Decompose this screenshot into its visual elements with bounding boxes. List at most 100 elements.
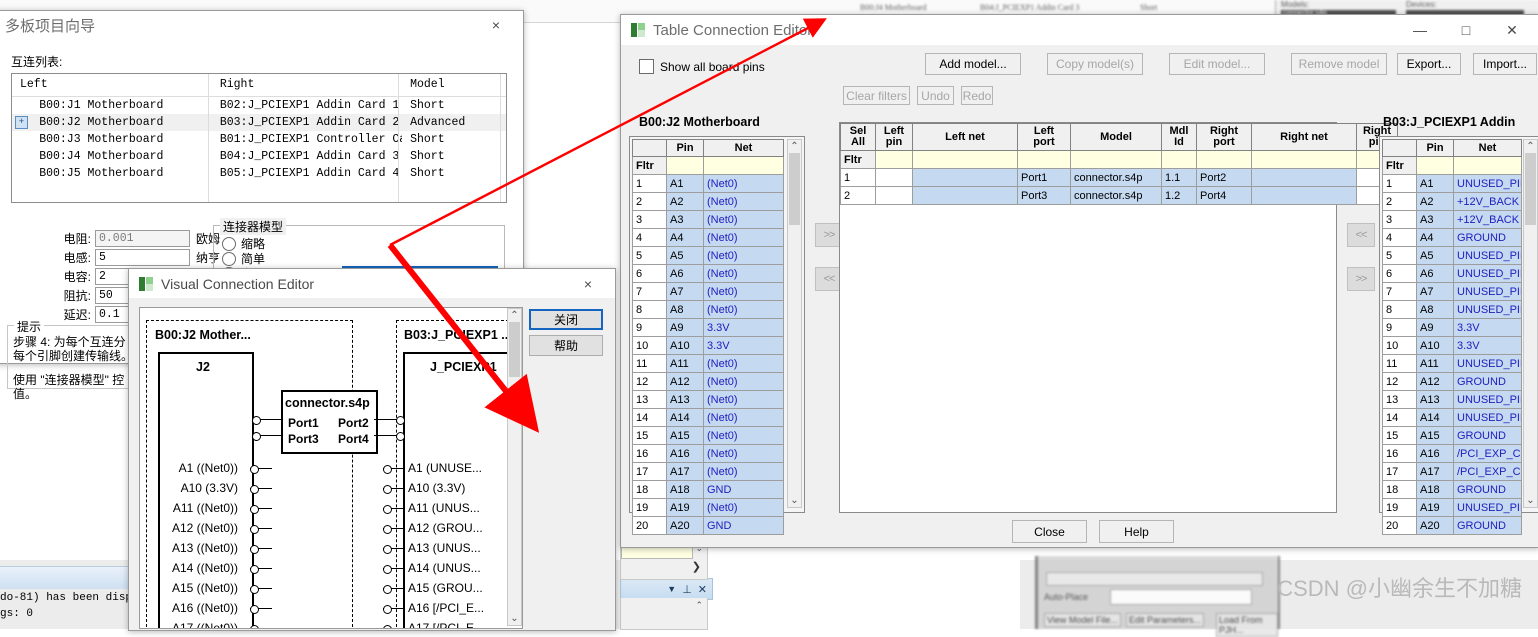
import-button[interactable]: Import... — [1473, 53, 1537, 75]
scroll-down-icon[interactable]: ⌄ — [790, 494, 798, 507]
interconnect-list[interactable]: Left Right Model B00:J1 Motherboard B02:… — [11, 73, 507, 203]
table-row[interactable]: 13A13UNUSED_PINS_ — [1382, 390, 1522, 409]
table-row[interactable]: 6A6UNUSED_PINS_ — [1382, 264, 1522, 283]
filter-cell[interactable] — [912, 150, 1018, 169]
table-row[interactable]: B00:J4 Motherboard B04:J_PCIEXP1 Addin C… — [12, 148, 506, 165]
table-row[interactable]: 20 A20 GND — [632, 516, 784, 535]
table-row[interactable]: 1 A1 (Net0) — [632, 174, 784, 193]
table-row[interactable]: 17 A17 (Net0) — [632, 462, 784, 481]
left-port-cell[interactable]: Port1 — [1017, 168, 1071, 187]
show-all-board-pins-row[interactable]: Show all board pins — [639, 59, 765, 74]
left-pin-scrollbar[interactable]: ⌃ ⌄ — [787, 139, 802, 508]
model-cell[interactable]: connector.s4p — [1070, 168, 1162, 187]
dock-pin-icon[interactable]: ⊥ — [682, 583, 692, 596]
table-row[interactable]: 6 A6 (Net0) — [632, 264, 784, 283]
dock-close-icon[interactable]: ✕ — [698, 583, 707, 596]
table-row[interactable]: 11 A11 (Net0) — [632, 354, 784, 373]
table-row[interactable]: 14 A14 (Net0) — [632, 408, 784, 427]
mdl-id-cell[interactable]: 1.2 — [1161, 186, 1197, 205]
filter-cell[interactable] — [1161, 150, 1197, 169]
export-button[interactable]: Export... — [1397, 53, 1461, 75]
copy-models-button[interactable]: Copy model(s) — [1047, 53, 1143, 75]
left-pin-table[interactable]: Pin Net Fltr 1 A1 (Net0) 2 A2 (Net0) 3 A3 (Net0) 4… — [632, 139, 784, 535]
table-row[interactable]: 15 A15 (Net0) — [632, 426, 784, 445]
vce-close-icon[interactable]: × — [565, 269, 611, 298]
undo-button[interactable]: Undo — [917, 86, 954, 105]
help-button[interactable]: Help — [1099, 520, 1174, 543]
table-row[interactable]: 9 A9 3.3V — [1382, 318, 1522, 337]
table-row[interactable]: B00:J5 Motherboard B05:J_PCIEXP1 Addin C… — [12, 165, 506, 182]
clear-filters-button[interactable]: Clear filters — [843, 86, 910, 105]
table-row[interactable]: 4 A4 GROUND — [1382, 228, 1522, 247]
table-row[interactable]: 16A16/PCI_EXP_CH1_I — [1382, 444, 1522, 463]
scroll-down-icon[interactable]: ⌄ — [1526, 494, 1534, 507]
table-row[interactable]: 12 A12 (Net0) — [632, 372, 784, 391]
table-row[interactable]: 19A19UNUSED_PINS_ — [1382, 498, 1522, 517]
table-row[interactable]: 7A7UNUSED_PINS_ — [1382, 282, 1522, 301]
scroll-up-icon[interactable]: ⌃ — [510, 309, 518, 322]
far-left-button[interactable]: << — [1347, 223, 1375, 247]
table-row[interactable]: 3 A3 +12V_BACK — [1382, 210, 1522, 229]
scroll-up-icon[interactable]: ⌃ — [790, 140, 798, 153]
radio-icon[interactable] — [222, 236, 236, 251]
close-button[interactable]: Close — [1012, 520, 1087, 543]
filter-net-input[interactable] — [1453, 156, 1522, 175]
filter-row[interactable]: Fltr — [840, 150, 1398, 169]
model-table[interactable]: Sel All Left pin Left net Left port Mode… — [840, 123, 1398, 205]
filter-cell[interactable] — [875, 150, 913, 169]
resistance-input[interactable]: 0.001 — [95, 230, 190, 247]
filter-cell[interactable] — [1196, 150, 1252, 169]
table-row[interactable]: 1 Port1 connector.s4p 1.1 Port2 — [840, 168, 1398, 187]
filter-row[interactable]: Fltr — [1382, 156, 1522, 175]
table-row[interactable]: 11A11UNUSED_PINS_ — [1382, 354, 1522, 373]
show-all-board-pins-checkbox[interactable] — [639, 59, 654, 74]
table-row[interactable]: + B00:J2 Motherboard B03:J_PCIEXP1 Addin… — [12, 114, 506, 131]
table-row[interactable]: 8A8UNUSED_PINS_ — [1382, 300, 1522, 319]
right-pin-table[interactable]: Pin Net Fltr1A1UNUSED_PINS_2A2+12V_BACK3… — [1382, 139, 1522, 535]
vce-close-button[interactable]: 关闭 — [529, 309, 603, 330]
table-row[interactable]: 20 A20 GROUND — [1382, 516, 1522, 535]
right-pin-scrollbar[interactable]: ⌃ ⌄ — [1523, 139, 1538, 508]
table-row[interactable]: 2 A2 +12V_BACK — [1382, 192, 1522, 211]
filter-cell[interactable] — [1251, 150, 1357, 169]
table-row[interactable]: 13 A13 (Net0) — [632, 390, 784, 409]
dock-chevron-icon[interactable]: ▼ — [667, 584, 676, 594]
filter-net-input[interactable] — [703, 156, 784, 175]
vce-help-button[interactable]: 帮助 — [529, 335, 603, 356]
table-row[interactable]: 10 A10 3.3V — [632, 336, 784, 355]
dock-scroll-up-icon[interactable]: ⌃ — [695, 600, 703, 611]
table-row[interactable]: 2 A2 (Net0) — [632, 192, 784, 211]
table-row[interactable]: B00:J1 Motherboard B02:J_PCIEXP1 Addin C… — [12, 97, 506, 114]
schematic-canvas[interactable]: B00:J2 Mother... J2 connector.s4p Port1 … — [139, 307, 523, 629]
remove-model-button[interactable]: Remove model — [1291, 53, 1387, 75]
wizard-close-icon[interactable]: × — [473, 11, 519, 40]
model-cell[interactable]: connector.s4p — [1070, 186, 1162, 205]
far-right-button[interactable]: >> — [1347, 267, 1375, 291]
canvas-scrollbar[interactable]: ⌃ ⌄ — [507, 308, 522, 626]
table-row[interactable]: B00:J3 Motherboard B01:J_PCIEXP1 Control… — [12, 131, 506, 148]
filter-row[interactable]: Fltr — [632, 156, 784, 175]
right-net-cell[interactable] — [1251, 186, 1357, 205]
table-row[interactable]: 5A5UNUSED_PINS_ — [1382, 246, 1522, 265]
left-pin-cell[interactable] — [875, 186, 913, 205]
bg-viewmodelfile-button[interactable]: View Model File... — [1044, 613, 1121, 627]
right-net-cell[interactable] — [1251, 168, 1357, 187]
right-port-cell[interactable]: Port2 — [1196, 168, 1252, 187]
table-row[interactable]: 4 A4 (Net0) — [632, 228, 784, 247]
table-row[interactable]: 7 A7 (Net0) — [632, 282, 784, 301]
bg-stub-next-icon[interactable]: ❯ — [692, 560, 701, 573]
table-row[interactable]: 2 Port3 connector.s4p 1.2 Port4 — [840, 186, 1398, 205]
col-sel-all[interactable]: Sel All — [840, 123, 876, 151]
bg-loadfrompjh-button[interactable]: Load From PJH... — [1216, 613, 1278, 637]
table-row[interactable]: 14A14UNUSED_PINS_ — [1382, 408, 1522, 427]
table-row[interactable]: 12 A12 GROUND — [1382, 372, 1522, 391]
left-pin-cell[interactable] — [875, 168, 913, 187]
table-row[interactable]: 3 A3 (Net0) — [632, 210, 784, 229]
filter-cell[interactable] — [1070, 150, 1162, 169]
filter-cell[interactable] — [1017, 150, 1071, 169]
left-net-cell[interactable] — [912, 168, 1018, 187]
filter-pin-input[interactable] — [666, 156, 704, 175]
edit-model-button[interactable]: Edit model... — [1169, 53, 1265, 75]
bg-editparams-button[interactable]: Edit Parameters... — [1126, 613, 1205, 627]
right-port-cell[interactable]: Port4 — [1196, 186, 1252, 205]
